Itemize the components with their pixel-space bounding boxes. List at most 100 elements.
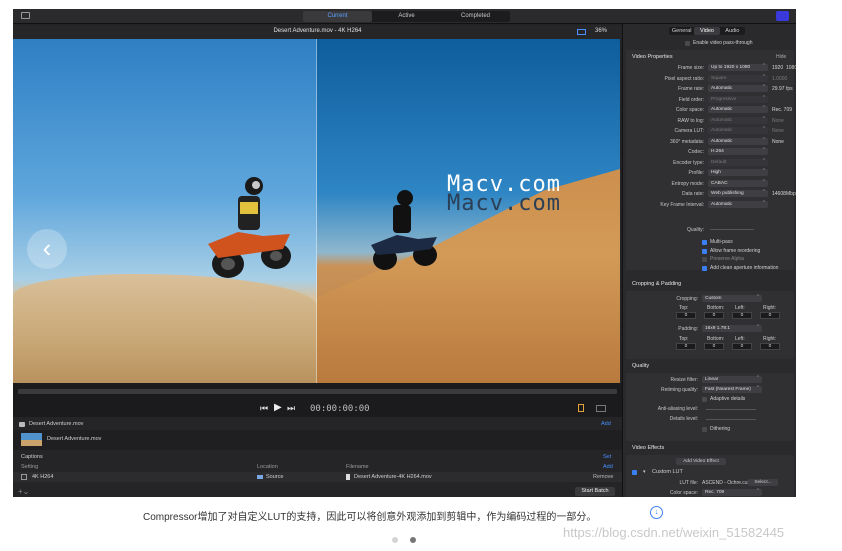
property-value[interactable]: 14608 [772, 190, 786, 198]
property-popup[interactable]: Up to 1920 x 1080 [708, 63, 768, 71]
passthrough-label: Enable video pass-through [693, 40, 753, 46]
property-popup[interactable]: Automatic [708, 126, 768, 134]
edge-value-field[interactable]: 0 [732, 312, 752, 319]
edge-value-field[interactable]: 0 [760, 343, 780, 350]
tab-active[interactable]: Active [372, 11, 441, 22]
carousel-dot-1[interactable] [392, 537, 398, 543]
property-label: Color space: [675, 107, 704, 113]
timecode-display[interactable]: 00:00:00:00 [310, 404, 370, 414]
passthrough-checkbox[interactable] [685, 41, 690, 46]
option-checkbox[interactable] [702, 240, 707, 245]
lut-color-space-popup[interactable]: Rec. 709 [702, 488, 762, 496]
tab-audio[interactable]: Audio [720, 27, 745, 35]
add-button[interactable]: Add [601, 419, 611, 429]
source-file-row[interactable]: Desert Adventure.mov Add [13, 419, 622, 429]
option-checkbox[interactable] [702, 248, 707, 254]
zoom-level[interactable]: 36% [595, 28, 607, 34]
display-options-icon[interactable] [596, 405, 606, 412]
property-value: None [772, 128, 784, 134]
hide-button[interactable]: Hide [776, 54, 786, 60]
property-popup[interactable]: Square [708, 74, 768, 82]
file-icon [346, 474, 350, 480]
property-value-secondary[interactable]: 1080 [786, 64, 796, 72]
tab-completed[interactable]: Completed [441, 11, 510, 22]
inspector-tabs[interactable]: General Video Audio [669, 27, 745, 35]
column-setting[interactable]: Setting [21, 462, 38, 472]
property-label: Codec: [688, 149, 704, 155]
edge-value-field[interactable]: 0 [760, 312, 780, 319]
option-label: Allow frame reordering [710, 247, 761, 254]
anti-aliasing-slider[interactable] [706, 409, 756, 410]
property-popup[interactable]: Automatic [708, 84, 768, 92]
start-batch-button[interactable]: Start Batch [575, 487, 615, 496]
job-setting[interactable]: 4K H264 [32, 472, 53, 482]
property-label: Profile: [688, 170, 704, 176]
tab-current[interactable]: Current [303, 11, 372, 22]
property-popup[interactable]: CABAC [708, 179, 768, 187]
download-icon[interactable]: ↓ [650, 506, 663, 519]
property-popup[interactable]: Automatic [708, 137, 768, 145]
edge-value-field[interactable]: 0 [676, 343, 696, 350]
resize-filter-popup[interactable]: Linear [702, 375, 762, 383]
previous-slide-button[interactable]: ‹ [27, 229, 67, 269]
job-checkbox[interactable] [21, 474, 27, 480]
inspector-toggle-icon[interactable] [776, 11, 789, 21]
tab-general[interactable]: General [669, 27, 694, 35]
timeline-track[interactable] [18, 389, 617, 394]
edge-value-field[interactable]: 0 [704, 312, 724, 319]
next-frame-icon[interactable]: ⏭ [287, 403, 295, 414]
compare-view-icon[interactable] [577, 29, 586, 35]
edge-value-field[interactable]: 0 [732, 343, 752, 350]
property-popup[interactable]: Automatic [708, 105, 768, 113]
cropping-popup[interactable]: Custom [702, 294, 762, 302]
property-value[interactable]: 1920 [772, 64, 783, 72]
column-location[interactable]: Location [257, 462, 278, 472]
dithering-checkbox[interactable] [702, 427, 707, 432]
property-popup[interactable]: Automatic [708, 200, 768, 208]
details-level-slider[interactable] [706, 419, 756, 420]
column-filename[interactable]: Filename [346, 462, 369, 472]
slide-caption: Compressor增加了对自定义LUT的支持，因此可以将创意外观添加到剪辑中，… [143, 512, 597, 523]
folder-icon [257, 475, 263, 479]
anti-aliasing-label: Anti-aliasing level: [657, 406, 698, 412]
previous-frame-icon[interactable]: ⏮ [260, 403, 268, 414]
property-popup[interactable]: High [708, 168, 768, 176]
batch-list: Desert Adventure.mov Add Desert Adventur… [13, 417, 622, 497]
property-label: Pixel aspect ratio: [664, 75, 704, 82]
sidebar-toggle-icon[interactable] [21, 12, 30, 19]
option-checkbox[interactable] [702, 265, 707, 271]
select-lut-button[interactable]: Select... [748, 479, 778, 486]
property-value[interactable]: 29.97 [772, 85, 785, 93]
custom-lut-checkbox[interactable] [632, 470, 637, 475]
property-popup[interactable]: H.264 [708, 147, 768, 155]
batch-view-segmented-control[interactable]: Current Active Completed [303, 11, 510, 22]
split-divider[interactable] [316, 39, 317, 383]
job-location[interactable]: Source [266, 472, 283, 482]
property-popup[interactable]: Web publishing [708, 189, 768, 197]
batch-item[interactable]: Desert Adventure.mov [13, 430, 622, 450]
retiming-quality-popup[interactable]: Fast (Nearest Frame) [702, 385, 762, 393]
edge-value-field[interactable]: 0 [704, 343, 724, 350]
play-icon[interactable]: ▶ [274, 402, 282, 413]
job-row[interactable]: 4K H264 Source Desert Adventure-4K H264.… [13, 472, 622, 482]
tab-video[interactable]: Video [694, 27, 720, 35]
timeline[interactable] [13, 383, 622, 401]
quality-slider[interactable] [710, 229, 754, 230]
atv-rider-left [208, 177, 291, 278]
remove-job-button[interactable]: Remove [593, 472, 613, 482]
option-checkbox[interactable] [702, 257, 707, 262]
set-captions-button[interactable]: Set [603, 452, 611, 462]
add-settings-icon[interactable]: +⌄ [18, 487, 29, 496]
add-video-effect-popup[interactable]: Add Video Effect [676, 458, 726, 465]
property-popup[interactable]: Automatic [708, 116, 768, 124]
padding-popup[interactable]: 16x9 1.78:1 [702, 324, 762, 332]
adaptive-details-checkbox[interactable] [702, 397, 707, 402]
edge-value-field[interactable]: 0 [676, 312, 696, 319]
property-popup[interactable]: Progressive [708, 95, 768, 103]
marker-icon[interactable] [578, 404, 584, 412]
add-output-button[interactable]: Add [603, 462, 613, 472]
job-filename[interactable]: Desert Adventure-4K H264.mov [354, 472, 432, 482]
carousel-dot-2[interactable] [410, 537, 416, 543]
property-popup[interactable]: Default [708, 158, 768, 166]
disclosure-triangle-icon[interactable]: ▾ [643, 469, 646, 475]
